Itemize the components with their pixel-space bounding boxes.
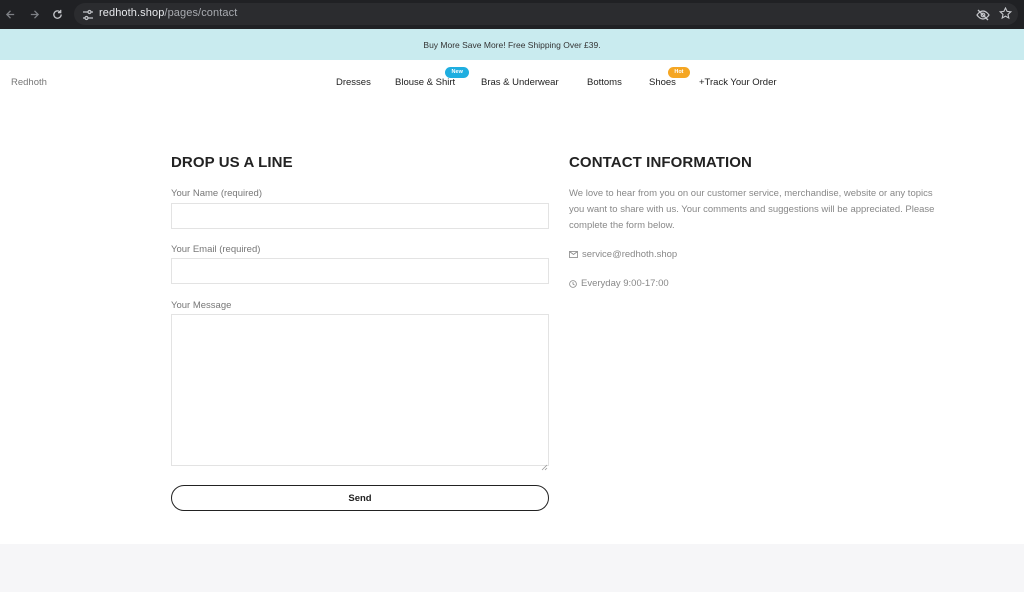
url-host: redhoth.shop <box>99 7 165 19</box>
resize-grip-icon <box>541 464 548 471</box>
reload-button[interactable] <box>49 6 65 22</box>
contact-title: CONTACT INFORMATION <box>569 154 752 171</box>
nav-label: Shoes <box>649 77 676 88</box>
nav-label: Bottoms <box>587 77 622 88</box>
forward-button[interactable] <box>26 6 42 22</box>
form-title: DROP US A LINE <box>171 154 293 171</box>
send-button[interactable]: Send <box>171 485 549 511</box>
site-logo[interactable]: Redhoth <box>11 77 47 88</box>
site-header: Redhoth Dresses Blouse & Shirt New Bras … <box>0 60 1024 106</box>
nav-item-blouse-shirt[interactable]: Blouse & Shirt New <box>395 67 470 88</box>
new-badge: New <box>445 67 470 78</box>
reload-icon <box>52 9 62 19</box>
browser-toolbar: redhoth.shop/pages/contact <box>0 0 1024 29</box>
nav-label: +Track Your Order <box>699 77 777 88</box>
nav-item-bras-underwear[interactable]: Bras & Underwear <box>481 77 559 88</box>
arrow-right-icon <box>30 9 39 19</box>
page-footer <box>0 544 1024 592</box>
site-info-button[interactable] <box>82 8 94 21</box>
promo-banner: Buy More Save More! Free Shipping Over £… <box>0 29 1024 60</box>
message-label: Your Message <box>171 300 232 311</box>
tracking-protection-button[interactable] <box>976 8 990 21</box>
nav-item-bottoms[interactable]: Bottoms <box>587 77 622 88</box>
email-input[interactable] <box>171 258 549 284</box>
clock-icon <box>569 279 577 288</box>
promo-text: Buy More Save More! Free Shipping Over £… <box>423 39 601 50</box>
address-bar[interactable]: redhoth.shop/pages/contact <box>74 3 1018 25</box>
tune-icon <box>83 9 93 21</box>
url-path: /pages/contact <box>164 7 238 19</box>
nav-item-dresses[interactable]: Dresses <box>336 77 371 88</box>
contact-description: We love to hear from you on our customer… <box>569 188 935 231</box>
arrow-left-icon <box>5 9 14 19</box>
hours-text: Everyday 9:00-17:00 <box>581 278 669 289</box>
nav-label: Blouse & Shirt <box>395 77 456 88</box>
nav-label: Bras & Underwear <box>481 77 559 88</box>
nav-item-track-order[interactable]: +Track Your Order <box>699 77 777 88</box>
back-button[interactable] <box>2 6 18 22</box>
nav-item-shoes[interactable]: Shoes Hot <box>649 67 690 88</box>
eye-off-icon <box>976 9 990 21</box>
hot-badge: Hot <box>667 67 690 78</box>
resize-handle[interactable] <box>541 458 548 471</box>
bookmark-button[interactable] <box>998 6 1013 20</box>
star-icon <box>998 6 1013 20</box>
name-input[interactable] <box>171 203 549 229</box>
contact-email: service@redhoth.shop <box>569 249 677 260</box>
nav-label: Dresses <box>336 77 371 88</box>
contact-hours: Everyday 9:00-17:00 <box>569 278 669 289</box>
email-link[interactable]: service@redhoth.shop <box>582 249 677 260</box>
url-text[interactable]: redhoth.shop/pages/contact <box>99 7 237 19</box>
message-textarea[interactable] <box>171 314 549 466</box>
email-label: Your Email (required) <box>171 244 261 255</box>
mail-icon <box>569 251 578 258</box>
name-label: Your Name (required) <box>171 188 262 199</box>
